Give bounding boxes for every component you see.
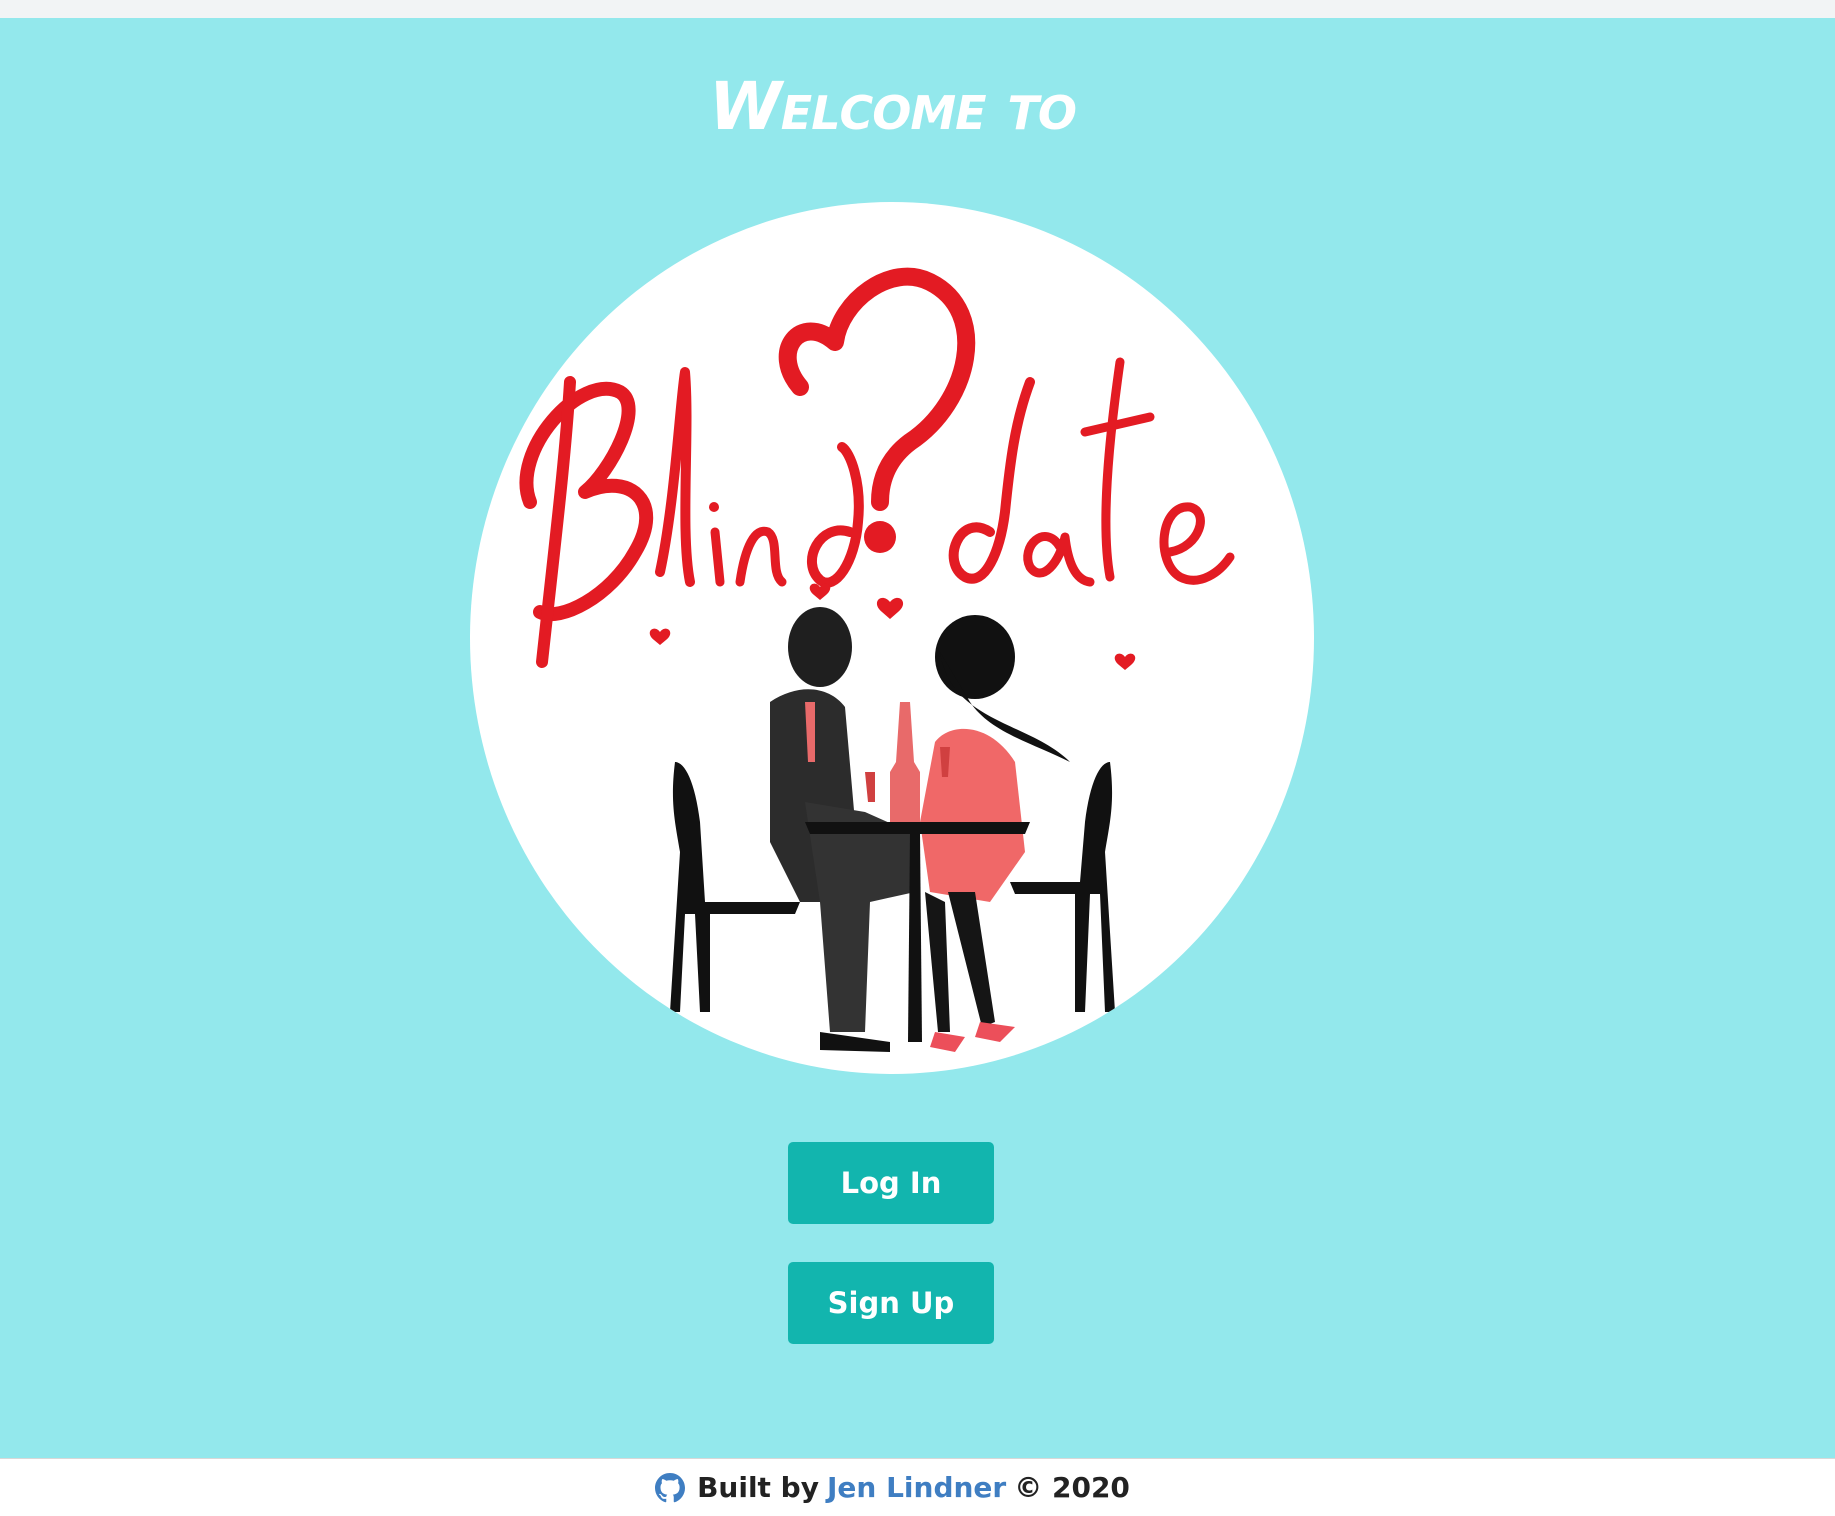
hero-section: Welcome to Log In Sign Up bbox=[0, 18, 1835, 1458]
blind-date-logo bbox=[470, 202, 1314, 1074]
couple-illustration bbox=[670, 607, 1115, 1052]
footer: Built by Jen Lindner © 2020 bbox=[0, 1458, 1835, 1516]
decorative-hearts bbox=[649, 583, 1136, 670]
github-icon[interactable] bbox=[655, 1472, 686, 1503]
welcome-heading: Welcome to bbox=[708, 68, 1077, 145]
footer-built-by: Built by bbox=[697, 1471, 819, 1504]
footer-copyright: © 2020 bbox=[1014, 1471, 1130, 1504]
browser-top-strip bbox=[0, 0, 1835, 18]
author-link[interactable]: Jen Lindner bbox=[827, 1471, 1006, 1504]
login-button[interactable]: Log In bbox=[788, 1142, 994, 1224]
signup-button[interactable]: Sign Up bbox=[788, 1262, 994, 1344]
